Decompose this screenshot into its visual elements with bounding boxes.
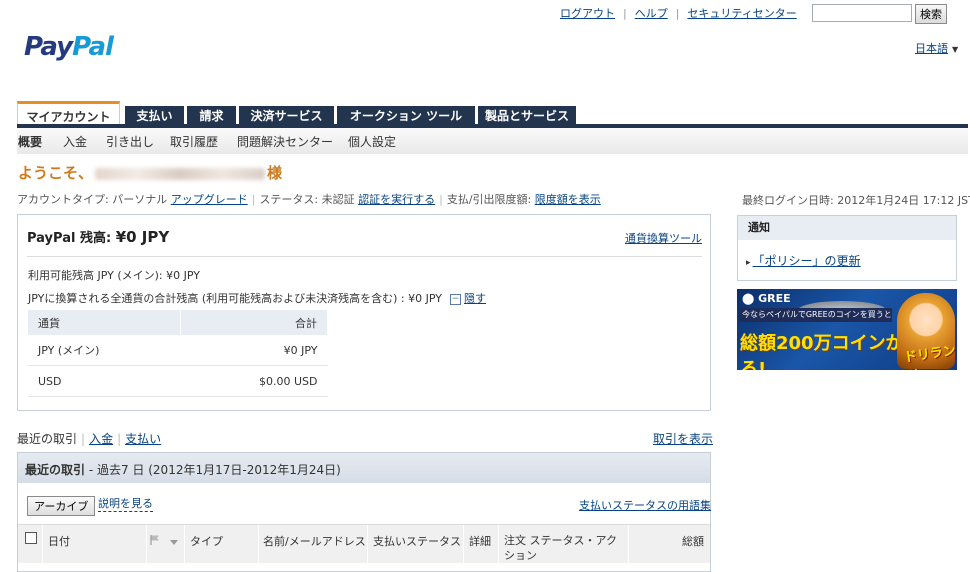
status-glossary-link[interactable]: 支払いステータスの用語集 xyxy=(579,497,711,513)
subnav-history[interactable]: 取引履歴 xyxy=(170,133,218,150)
banner-subtitle: 今ならペイパルでGREEのコインを買うと xyxy=(739,308,892,322)
available-balance: 利用可能残高 JPY (メイン): ¥0 JPY xyxy=(28,269,200,282)
notice-title: 通知 xyxy=(738,216,956,240)
transactions-column-header: 日付 タイプ 名前/メールアドレス 支払いステータス 詳細 注文 ステータス・ア… xyxy=(18,524,710,563)
subnav-profile[interactable]: 個人設定 xyxy=(348,133,396,150)
total-balance: JPYに換算される全通貨の合計残高 (利用可能残高および未決済残高を含む) : … xyxy=(28,290,486,306)
collapse-icon[interactable]: − xyxy=(449,293,461,305)
notice-box: 通知 ▸ 「ポリシー」の更新 xyxy=(737,215,957,281)
hide-link[interactable]: 隠す xyxy=(464,292,486,305)
divider xyxy=(27,256,702,257)
explain-link[interactable]: 説明を見る xyxy=(98,495,153,512)
logo-pal: Pal xyxy=(72,32,114,62)
search-button[interactable]: 検索 xyxy=(915,4,947,24)
subnav-resolution-center[interactable]: 問題解決センター xyxy=(237,133,333,150)
tab-payments[interactable]: 支払い xyxy=(125,106,184,126)
amount-cell: $0.00 USD xyxy=(180,365,328,397)
verify-link[interactable]: 認証を実行する xyxy=(358,193,435,206)
tab-request[interactable]: 請求 xyxy=(187,106,236,126)
language-selector[interactable]: 日本語 ▼ xyxy=(915,40,958,56)
tab-sent[interactable]: 支払い xyxy=(125,432,161,446)
tab-my-account[interactable]: マイアカウント xyxy=(17,101,120,126)
subnav-withdraw[interactable]: 引き出し xyxy=(106,133,154,150)
help-link[interactable]: ヘルプ xyxy=(635,7,668,20)
gree-brand: GREE xyxy=(758,292,791,305)
table-row: USD $0.00 USD xyxy=(28,365,328,397)
subnav-add-funds[interactable]: 入金 xyxy=(63,133,87,150)
col-amount[interactable]: 総額 xyxy=(682,533,704,549)
table-row: JPY (メイン) ¥0 JPY xyxy=(28,335,328,366)
tab-recent[interactable]: 最近の取引 xyxy=(17,432,77,446)
top-links: ログアウト | ヘルプ | セキュリティセンター xyxy=(560,5,797,21)
col-order-status: 注文 ステータス・アクション xyxy=(504,534,617,562)
view-all-link[interactable]: 取引を表示 xyxy=(653,430,713,447)
balance-amount: ¥0 JPY xyxy=(115,228,170,246)
language-label[interactable]: 日本語 xyxy=(915,42,948,55)
separator: | xyxy=(623,7,627,20)
blurred-username xyxy=(95,167,266,180)
currency-cell: USD xyxy=(28,365,181,397)
currency-table: 通貨 合計 JPY (メイン) ¥0 JPY USD $0.00 USD xyxy=(28,310,328,397)
sub-navigation: 概要 入金 引き出し 取引履歴 問題解決センター 個人設定 xyxy=(17,128,968,154)
column-header-currency: 通貨 xyxy=(28,310,181,335)
subnav-overview[interactable]: 概要 xyxy=(18,133,42,150)
welcome-heading: ようこそ、 様 xyxy=(18,162,282,183)
separator: | xyxy=(675,7,680,20)
col-date[interactable]: 日付 xyxy=(48,533,70,549)
last-login: 最終ログイン日時: 2012年1月24日 17:12 JST xyxy=(742,194,970,207)
welcome-suffix: 様 xyxy=(267,164,283,182)
account-status: ステータス: 未認証 xyxy=(259,193,355,206)
recent-header-range: - 過去7 日 (2012年1月17日-2012年1月24日) xyxy=(85,463,341,477)
select-all-checkbox[interactable] xyxy=(25,532,37,544)
paypal-logo[interactable]: PayPal xyxy=(24,32,114,62)
gree-logo: ⬤ GREE xyxy=(742,292,791,305)
upgrade-link[interactable]: アップグレード xyxy=(171,193,248,206)
balance-label: PayPal 残高: xyxy=(27,231,116,246)
col-payment-status[interactable]: 支払いステータス xyxy=(373,533,461,549)
account-info-line: アカウントタイプ: パーソナル アップグレード | ステータス: 未認証 認証を実行… xyxy=(17,193,601,206)
currency-cell: JPY (メイン) xyxy=(28,335,181,366)
recent-header-title: 最近の取引 xyxy=(25,463,86,477)
currency-converter-link[interactable]: 通貨換算ツール xyxy=(625,230,702,246)
gree-promo-banner[interactable]: ⬤ GREE 今ならペイパルでGREEのコインを買うと 総額200万コインが当た… xyxy=(737,289,957,370)
chevron-right-icon: ▸ xyxy=(746,258,751,268)
recent-tabs: 最近の取引 | 入金 | 支払い xyxy=(17,432,162,446)
policy-update-link[interactable]: 「ポリシー」の更新 xyxy=(753,254,861,268)
col-details: 詳細 xyxy=(469,535,491,548)
flag-icon[interactable] xyxy=(150,534,164,546)
tab-received[interactable]: 入金 xyxy=(89,432,113,446)
limit-label: 支払/引出限度額: xyxy=(446,193,532,206)
tab-auction-tools[interactable]: オークション ツール xyxy=(337,106,475,126)
archive-button[interactable]: アーカイブ xyxy=(27,496,96,516)
logo-pay: Pay xyxy=(24,32,73,62)
account-type: アカウントタイプ: パーソナル xyxy=(17,193,168,206)
tab-products-services[interactable]: 製品とサービス xyxy=(478,106,576,126)
notice-item: ▸ 「ポリシー」の更新 xyxy=(746,252,861,269)
view-limits-link[interactable]: 限度額を表示 xyxy=(535,193,601,206)
security-center-link[interactable]: セキュリティセンター xyxy=(687,7,796,20)
recent-header-text: 最近の取引 - 過去7 日 (2012年1月17日-2012年1月24日) xyxy=(25,461,341,478)
column-header-total: 合計 xyxy=(180,310,328,335)
col-type[interactable]: タイプ xyxy=(190,533,223,549)
logout-link[interactable]: ログアウト xyxy=(560,7,615,20)
welcome-prefix: ようこそ、 xyxy=(18,164,94,182)
balance-title: PayPal 残高: ¥0 JPY xyxy=(27,227,169,246)
sort-arrow-icon[interactable] xyxy=(170,540,178,546)
col-name-email[interactable]: 名前/メールアドレス xyxy=(263,533,366,549)
amount-cell: ¥0 JPY xyxy=(180,335,328,366)
recent-transactions-header: 最近の取引 - 過去7 日 (2012年1月17日-2012年1月24日) xyxy=(18,453,710,483)
search-input[interactable] xyxy=(812,4,912,22)
tab-merchant-services[interactable]: 決済サービス xyxy=(239,106,334,126)
total-balance-text: JPYに換算される全通貨の合計残高 (利用可能残高および未決済残高を含む) : … xyxy=(28,292,442,305)
chevron-down-icon[interactable]: ▼ xyxy=(952,45,958,54)
